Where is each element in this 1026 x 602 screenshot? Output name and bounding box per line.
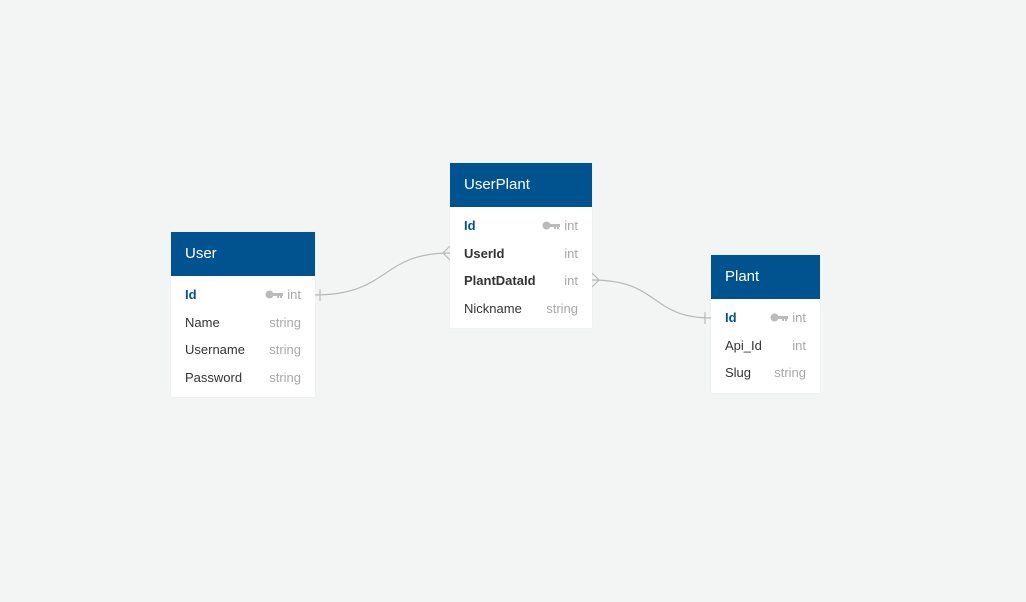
key-icon (542, 221, 561, 230)
field-row[interactable]: Id int (711, 304, 820, 332)
table-user[interactable]: User Id int Name string Username string Pas… (171, 232, 315, 397)
field-row[interactable]: Api_Id int (711, 332, 820, 360)
field-row[interactable]: Password string (171, 364, 315, 392)
relation-userplant-plant (591, 279, 712, 319)
key-icon (265, 290, 284, 299)
field-row[interactable]: Id int (450, 212, 592, 240)
relation-user-userplant (314, 252, 451, 296)
field-row[interactable]: Nickname string (450, 295, 592, 323)
field-row[interactable]: Slug string (711, 359, 820, 387)
table-header[interactable]: UserPlant (450, 163, 592, 207)
field-row[interactable]: UserId int (450, 240, 592, 268)
field-row[interactable]: Id int (171, 281, 315, 309)
table-plant[interactable]: Plant Id int Api_Id int Slug string (711, 255, 820, 393)
table-userplant[interactable]: UserPlant Id int UserId int PlantDataId int… (450, 163, 592, 328)
key-icon (770, 313, 789, 322)
field-row[interactable]: PlantDataId int (450, 267, 592, 295)
table-header[interactable]: Plant (711, 255, 820, 299)
field-row[interactable]: Username string (171, 336, 315, 364)
field-row[interactable]: Name string (171, 309, 315, 337)
table-header[interactable]: User (171, 232, 315, 276)
